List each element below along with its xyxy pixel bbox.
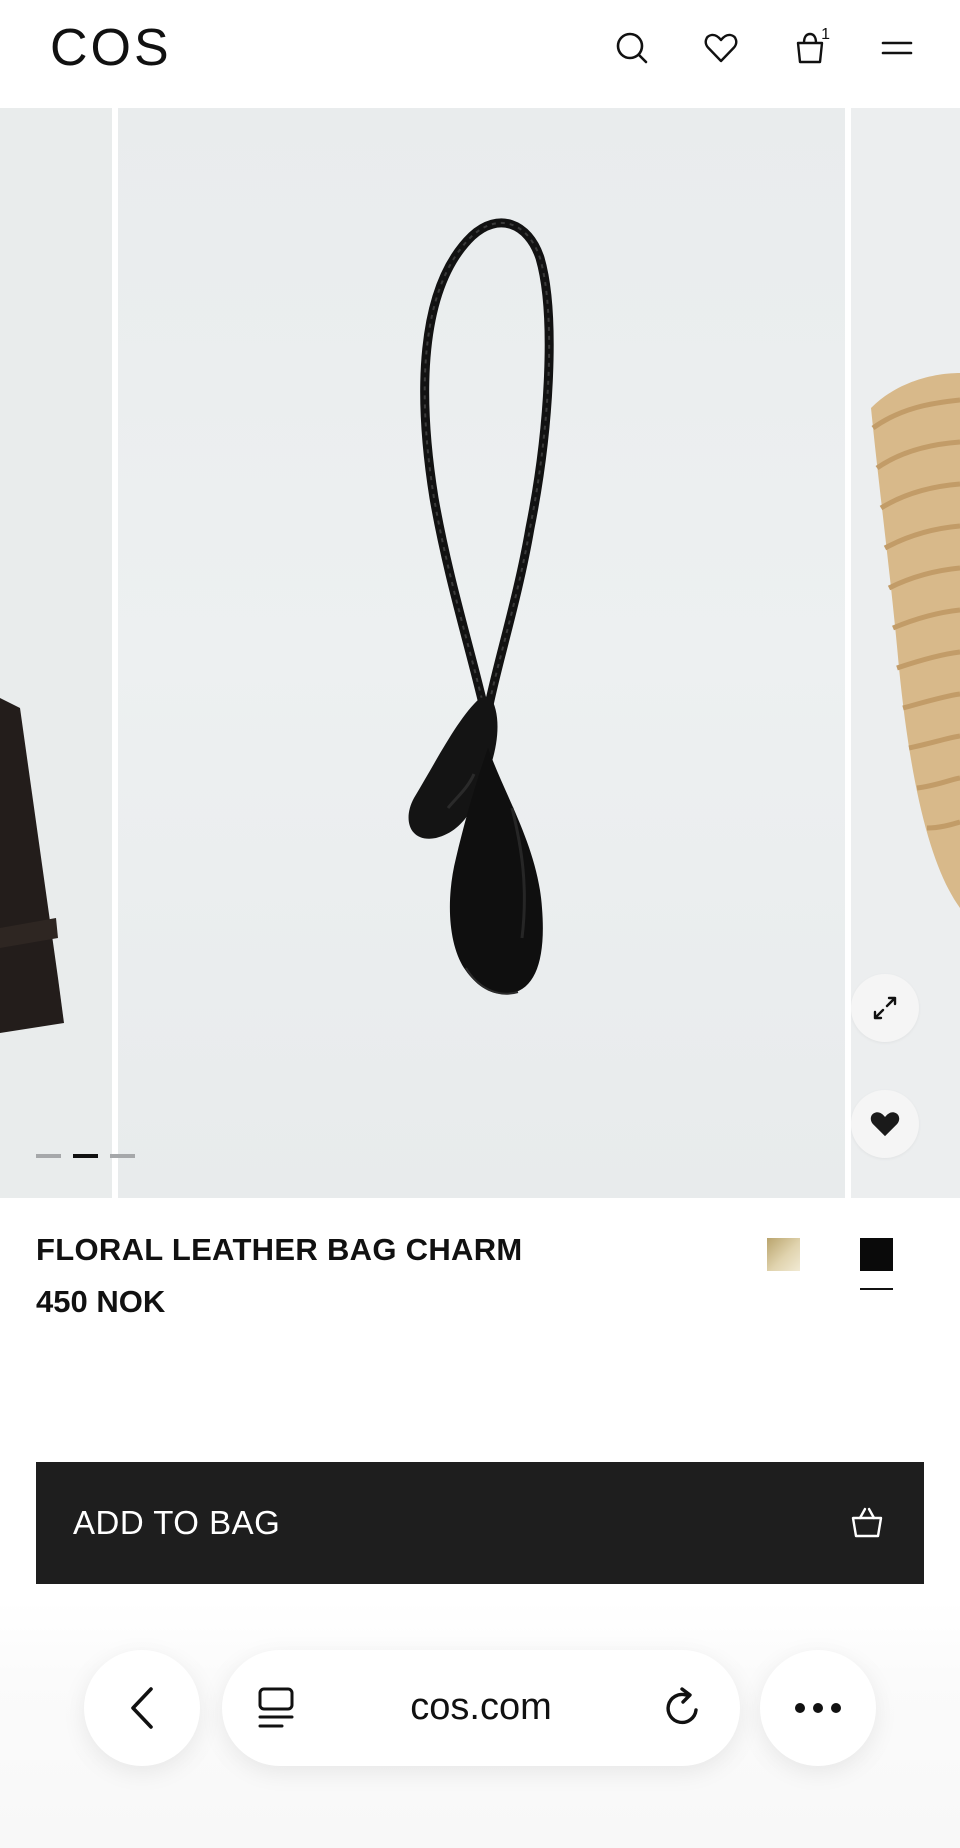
carousel-dot-3[interactable]	[110, 1154, 135, 1158]
cos-logo[interactable]: COS	[50, 18, 172, 78]
product-price: 450 NOK	[36, 1284, 166, 1319]
search-button[interactable]	[608, 24, 656, 72]
product-image-bag-charm	[408, 218, 554, 995]
carousel-pagination	[36, 1154, 135, 1158]
heart-icon	[704, 33, 738, 63]
basket-icon	[851, 1507, 883, 1538]
heart-filled-icon	[870, 1112, 900, 1137]
search-icon	[616, 32, 648, 64]
reload-icon[interactable]	[662, 1686, 704, 1730]
product-name: FLORAL LEATHER BAG CHARM	[36, 1232, 523, 1267]
carousel-dot-1[interactable]	[36, 1154, 61, 1158]
expand-image-button[interactable]	[851, 974, 919, 1042]
menu-icon	[881, 41, 913, 55]
menu-button[interactable]	[873, 24, 921, 72]
browser-back-button[interactable]	[84, 1650, 200, 1766]
back-icon	[131, 1687, 153, 1729]
site-header: COS 1	[0, 0, 960, 108]
add-to-bag-label: ADD TO BAG	[73, 1504, 281, 1541]
add-to-wishlist-button[interactable]	[851, 1090, 919, 1158]
selected-swatch-indicator	[860, 1288, 893, 1290]
shopping-bag-button[interactable]: 1	[786, 24, 834, 72]
wishlist-button[interactable]	[697, 24, 745, 72]
more-icon	[795, 1703, 841, 1713]
browser-address-bar[interactable]: cos.com	[222, 1650, 740, 1766]
bag-count-badge: 1	[821, 26, 830, 43]
carousel-dot-2[interactable]	[73, 1154, 98, 1158]
add-to-bag-button[interactable]: ADD TO BAG	[36, 1462, 924, 1584]
carousel-slide-previous[interactable]	[0, 108, 112, 1198]
product-image-carousel[interactable]	[0, 108, 960, 1198]
browser-more-button[interactable]	[760, 1650, 876, 1766]
carousel-slide-current[interactable]	[118, 108, 845, 1198]
expand-icon	[873, 996, 897, 1020]
color-swatch-beige[interactable]	[767, 1238, 800, 1271]
color-swatch-black[interactable]	[860, 1238, 893, 1271]
carousel-slide-next[interactable]	[851, 108, 960, 1198]
product-image-previous	[0, 698, 64, 1033]
